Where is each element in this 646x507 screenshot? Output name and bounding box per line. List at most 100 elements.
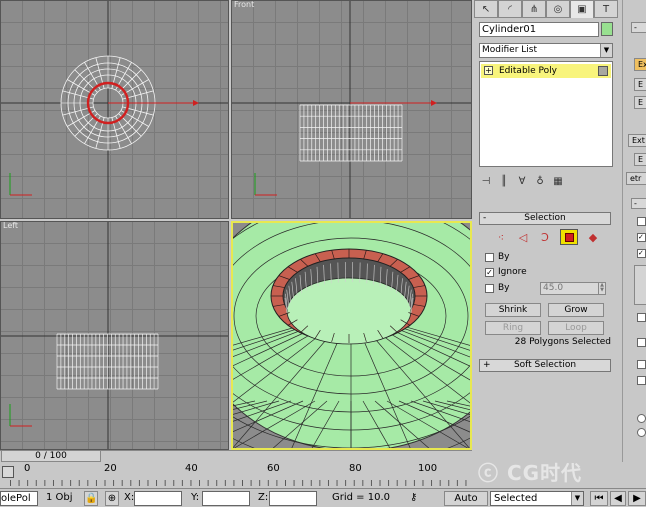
cylinder-wireframe-front (299, 104, 403, 162)
vertex-icon[interactable]: ⁖ (494, 231, 508, 244)
selection-rollout-header[interactable]: - Selection (479, 212, 611, 225)
modifier-stack: + Editable Poly (479, 61, 613, 167)
axis-tripod-icon (254, 173, 277, 196)
shapes-icon[interactable]: ◜ (498, 0, 522, 18)
checkbox[interactable] (637, 376, 646, 385)
checkbox[interactable] (637, 217, 646, 226)
panel-button[interactable]: E (634, 78, 646, 91)
cylinder-wireframe-left (56, 333, 159, 390)
panel-button[interactable]: Ex (634, 58, 646, 71)
track-tick-label: 60 (267, 463, 280, 474)
z-coordinate-field[interactable] (269, 491, 317, 506)
auto-key-button[interactable]: Auto Key (444, 491, 488, 506)
watermark-logo: ⓒ CG时代 (478, 461, 583, 485)
border-icon[interactable]: Ↄ (538, 231, 552, 244)
checkbox[interactable] (637, 338, 646, 347)
spinner-arrows-icon[interactable]: ▲ ▼ (598, 283, 605, 294)
x-coordinate-field[interactable] (134, 491, 182, 506)
subobject-level-icons: ⁖ ◁ Ↄ ◆ (494, 229, 606, 245)
modifier-list-label: Modifier List (482, 45, 537, 55)
checkbox[interactable]: ✓ (637, 233, 646, 242)
top-view-canvas (0, 0, 229, 219)
expand-icon[interactable]: + (484, 66, 493, 75)
stack-toolbar: ⊣ ║ ∀ ♁ ▦ (479, 172, 613, 190)
edge-icon[interactable]: ◁ (516, 231, 530, 244)
rollout-header[interactable]: - (631, 22, 646, 33)
soft-selection-rollout-header[interactable]: + Soft Selection (479, 359, 611, 372)
shrink-button[interactable]: Shrink (485, 303, 541, 317)
command-panel: ↖ ◜ ⋔ ◎ ▣ T Cylinder01 Modifier List ▼ +… (474, 0, 622, 462)
go-to-start-icon[interactable]: ⏮ (590, 491, 608, 506)
viewport-top[interactable] (0, 0, 229, 219)
remove-modifier-icon[interactable]: ♁ (533, 176, 547, 187)
chevron-down-icon: ▼ (600, 44, 612, 57)
secondary-panel: - Ex E E Ext E etr - ✓ ✓ (622, 0, 646, 462)
left-view-canvas (0, 221, 229, 450)
stack-item-editable-poly[interactable]: + Editable Poly (481, 64, 611, 78)
time-slider-handle[interactable]: 0 / 100 (1, 450, 101, 462)
panel-button[interactable]: etr (626, 172, 646, 185)
by-vertex-checkbox[interactable]: By (485, 252, 510, 262)
track-tick-label: 40 (185, 463, 198, 474)
configure-sets-icon[interactable]: ▦ (551, 176, 565, 187)
checkbox[interactable]: ✓ (637, 249, 646, 258)
selection-count: 1 Obj (46, 492, 73, 503)
track-tick-label: 20 (104, 463, 117, 474)
chevron-down-icon: ▼ (571, 492, 583, 505)
viewport-left[interactable]: Left (0, 221, 229, 450)
by-angle-checkbox[interactable]: By (485, 283, 510, 293)
panel-button[interactable]: E (634, 96, 646, 109)
motion-icon[interactable]: ◎ (546, 0, 570, 18)
checkbox[interactable] (637, 313, 646, 322)
toggle-icon[interactable] (598, 66, 608, 76)
grow-button[interactable]: Grow (548, 303, 604, 317)
pin-stack-icon[interactable]: ⊣ (479, 176, 493, 187)
loop-button[interactable]: Loop (548, 321, 604, 335)
key-icon[interactable]: ⚷ (410, 491, 440, 506)
panel-button[interactable]: E (634, 153, 646, 166)
viewport-front[interactable]: Front (231, 0, 472, 219)
hierarchy-icon[interactable]: ⋔ (522, 0, 546, 18)
utilities-icon[interactable]: T (594, 0, 618, 18)
perspective-view-canvas (231, 221, 472, 450)
ignore-backfacing-checkbox[interactable]: ✓ Ignore (485, 267, 527, 277)
track-tick-label: 100 (418, 463, 438, 474)
selection-status: 28 Polygons Selected (514, 337, 611, 347)
angle-spinner[interactable]: 45.0 ▲ ▼ (540, 282, 606, 295)
pointer-icon[interactable]: ↖ (474, 0, 498, 18)
previous-frame-icon[interactable]: ◀ (610, 491, 626, 506)
lock-selection-icon[interactable]: 🔒 (84, 491, 98, 506)
viewport-perspective[interactable] (231, 221, 472, 450)
status-bar: olePol 1 Obj 🔒 ⊕ X: Y: Z: Grid = 10.0 ⚷ … (0, 488, 646, 507)
checkbox[interactable] (637, 360, 646, 369)
object-color-swatch[interactable] (601, 22, 613, 36)
track-tick-label: 80 (349, 463, 362, 474)
element-icon[interactable]: ◆ (586, 231, 600, 244)
panel-button[interactable]: Ext (628, 134, 646, 147)
command-panel-tabs: ↖ ◜ ⋔ ◎ ▣ T (474, 0, 622, 18)
display-icon[interactable]: ▣ (570, 0, 594, 18)
object-name-field[interactable]: Cylinder01 (479, 22, 599, 37)
ring-button[interactable]: Ring (485, 321, 541, 335)
axis-tripod-icon (9, 404, 32, 427)
grid-size: Grid = 10.0 (332, 492, 390, 503)
play-icon[interactable]: ▶ (628, 491, 646, 506)
modifier-list-dropdown[interactable]: Modifier List ▼ (479, 43, 613, 58)
polygon-icon[interactable] (560, 229, 578, 245)
rollout-header[interactable]: - (631, 198, 646, 209)
axis-tripod-icon (9, 173, 32, 196)
front-view-canvas (231, 0, 472, 219)
radio[interactable] (637, 428, 646, 437)
stack-item-label: Editable Poly (499, 66, 557, 76)
absolute-mode-icon[interactable]: ⊕ (105, 491, 119, 506)
panel-group (634, 265, 646, 305)
track-bar[interactable]: 0 20 40 60 80 100 (0, 462, 474, 488)
maxscript-listener[interactable]: olePol (0, 491, 38, 506)
radio[interactable] (637, 414, 646, 423)
key-filter-icon[interactable] (2, 466, 14, 478)
make-unique-icon[interactable]: ∀ (515, 176, 529, 187)
key-filter-dropdown[interactable]: Selected ▼ (490, 491, 584, 506)
track-tick-label: 0 (24, 463, 31, 474)
show-end-result-icon[interactable]: ║ (497, 176, 511, 187)
y-coordinate-field[interactable] (202, 491, 250, 506)
